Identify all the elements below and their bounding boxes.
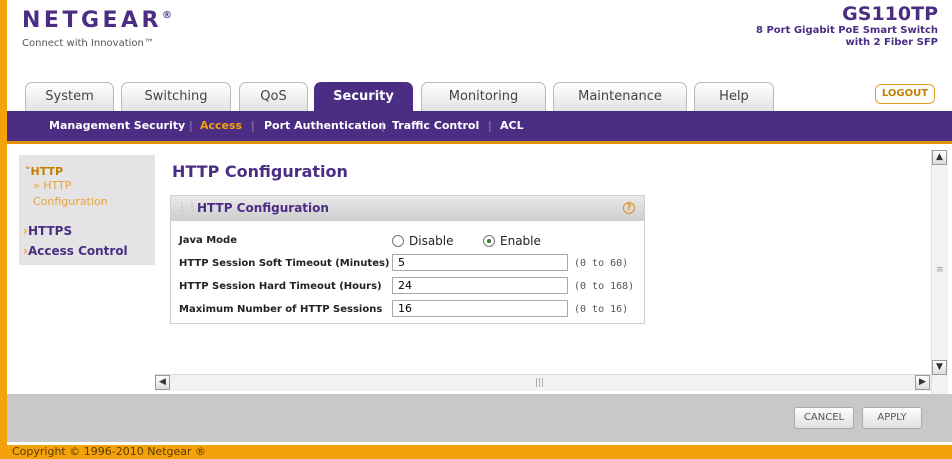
netgear-logo: NETGEAR® bbox=[22, 8, 172, 33]
scroll-grip-icon: ||| bbox=[535, 378, 545, 388]
java-disable-radio[interactable] bbox=[392, 235, 404, 247]
horizontal-scrollbar[interactable]: ◀ ||| ▶ bbox=[155, 374, 931, 391]
hard-timeout-label: HTTP Session Hard Timeout (Hours) bbox=[179, 281, 382, 292]
subnav-separator: | bbox=[488, 119, 492, 132]
tab-monitoring[interactable]: Monitoring bbox=[421, 82, 546, 111]
subnav-separator: | bbox=[381, 119, 385, 132]
tab-security[interactable]: Security bbox=[314, 82, 413, 111]
sidebar-item-http-configuration[interactable]: » HTTP Configuration bbox=[33, 179, 108, 208]
panel-header: ⋮⋮ HTTP Configuration ? bbox=[171, 196, 644, 221]
subnav-port-authentication[interactable]: Port Authentication bbox=[264, 111, 386, 140]
panel-title: HTTP Configuration bbox=[197, 201, 329, 215]
java-enable-label: Enable bbox=[500, 234, 541, 248]
help-icon[interactable]: ? bbox=[623, 202, 635, 214]
java-disable-label: Disable bbox=[409, 234, 454, 248]
subnav-separator: | bbox=[251, 119, 255, 132]
sub-navigation: Management Security | Access | Port Auth… bbox=[7, 111, 952, 144]
soft-timeout-label: HTTP Session Soft Timeout (Minutes) bbox=[179, 258, 390, 269]
action-bar: CANCEL APPLY bbox=[7, 394, 952, 442]
java-enable-radio[interactable] bbox=[483, 235, 495, 247]
sidebar: ˅HTTP » HTTP Configuration ›HTTPS ›Acces… bbox=[19, 155, 155, 265]
subnav-management-security[interactable]: Management Security bbox=[49, 111, 185, 140]
product-info: GS110TP 8 Port Gigabit PoE Smart Switch … bbox=[756, 3, 938, 49]
tab-qos[interactable]: QoS bbox=[239, 82, 308, 111]
scroll-down-icon[interactable]: ▼ bbox=[932, 360, 947, 375]
page-title: HTTP Configuration bbox=[172, 162, 348, 181]
soft-timeout-range: (0 to 60) bbox=[574, 258, 629, 269]
tab-help[interactable]: Help bbox=[694, 82, 774, 111]
scroll-left-icon[interactable]: ◀ bbox=[155, 375, 170, 390]
sidebar-item-https[interactable]: ›HTTPS bbox=[23, 224, 72, 238]
hard-timeout-range: (0 to 168) bbox=[574, 281, 635, 292]
drag-grip-icon: ⋮⋮ bbox=[177, 202, 197, 213]
apply-button[interactable]: APPLY bbox=[862, 407, 922, 429]
copyright-text: Copyright © 1996-2010 Netgear ® bbox=[12, 445, 207, 458]
hard-timeout-input[interactable]: 24 bbox=[392, 277, 568, 294]
sidebar-subitem-label-2: Configuration bbox=[33, 195, 108, 208]
max-sessions-range: (0 to 16) bbox=[574, 304, 629, 315]
tab-switching[interactable]: Switching bbox=[121, 82, 231, 111]
max-sessions-input[interactable]: 16 bbox=[392, 300, 568, 317]
sidebar-item-http[interactable]: ˅HTTP bbox=[25, 165, 63, 178]
java-mode-radio-group: Disable Enable bbox=[392, 234, 592, 249]
tab-maintenance[interactable]: Maintenance bbox=[553, 82, 687, 111]
subnav-traffic-control[interactable]: Traffic Control bbox=[392, 111, 479, 140]
vertical-scrollbar[interactable]: ▲ ≡ ▼ bbox=[931, 150, 948, 394]
scroll-grip-icon: ≡ bbox=[936, 265, 944, 275]
scroll-right-icon[interactable]: ▶ bbox=[915, 375, 930, 390]
sidebar-item-access-control[interactable]: ›Access Control bbox=[23, 244, 128, 258]
tagline: Connect with Innovation™ bbox=[22, 38, 154, 49]
java-mode-label: Java Mode bbox=[179, 235, 237, 246]
subnav-separator: | bbox=[189, 119, 193, 132]
logout-button[interactable]: LOGOUT bbox=[875, 84, 935, 104]
model-description-2: with 2 Fiber SFP bbox=[845, 37, 938, 48]
scroll-up-icon[interactable]: ▲ bbox=[932, 150, 947, 165]
model-name: GS110TP bbox=[842, 3, 938, 25]
subnav-access[interactable]: Access bbox=[200, 111, 242, 140]
tab-system[interactable]: System bbox=[25, 82, 114, 111]
model-description-1: 8 Port Gigabit PoE Smart Switch bbox=[756, 25, 938, 36]
max-sessions-label: Maximum Number of HTTP Sessions bbox=[179, 304, 383, 315]
http-config-panel: ⋮⋮ HTTP Configuration ? Java Mode Disabl… bbox=[170, 195, 645, 324]
subnav-acl[interactable]: ACL bbox=[500, 111, 524, 140]
soft-timeout-input[interactable]: 5 bbox=[392, 254, 568, 271]
cancel-button[interactable]: CANCEL bbox=[794, 407, 854, 429]
sidebar-subitem-label: » HTTP bbox=[33, 179, 72, 192]
